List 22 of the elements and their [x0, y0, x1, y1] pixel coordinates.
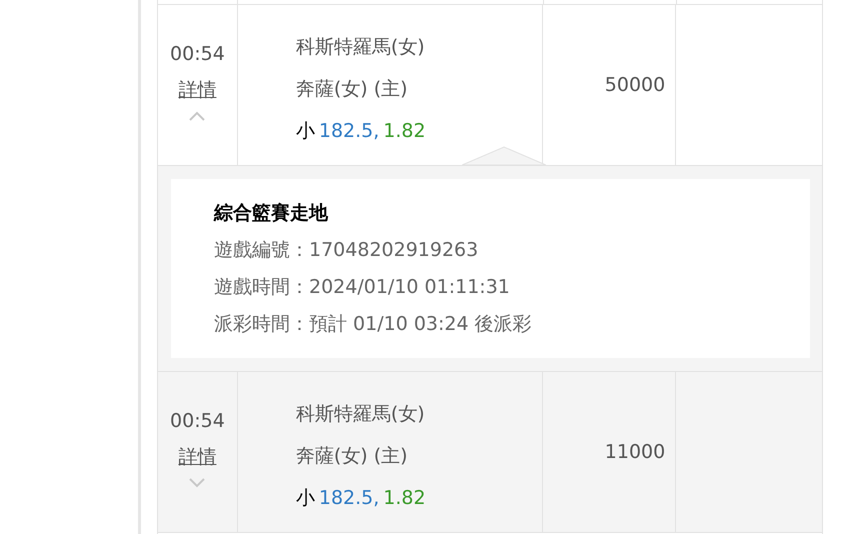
bet-time: 00:54 [170, 409, 225, 434]
bet-time: 00:54 [170, 42, 225, 67]
bet-line: 182.5, [318, 486, 380, 511]
chevron-up-icon[interactable] [188, 111, 206, 121]
detail-line: 遊戲時間：2024/01/10 01:11:31 [214, 275, 511, 300]
bet-odds: 1.82 [383, 486, 426, 511]
team-name: 奔薩(女) (主) [296, 444, 409, 469]
details-link[interactable]: 詳情 [178, 77, 216, 103]
team-name: 奔薩(女) (主) [296, 77, 409, 102]
team-name: 科斯特羅馬(女) [296, 35, 426, 60]
bet-pick: 小 [296, 119, 315, 144]
bet-amount: 50000 [604, 72, 666, 98]
bet-pick: 小 [296, 486, 315, 511]
detail-line: 派彩時間：預計 01/10 03:24 後派彩 [214, 312, 533, 337]
team-name: 科斯特羅馬(女) [296, 402, 426, 427]
detail-line: 遊戲編號：17048202919263 [214, 238, 480, 263]
bet-odds: 1.82 [383, 119, 426, 144]
details-link[interactable]: 詳情 [178, 444, 216, 470]
detail-title: 綜合籃賽走地 [214, 201, 330, 226]
chevron-down-icon[interactable] [188, 478, 206, 488]
bet-line: 182.5, [318, 119, 380, 144]
bet-amount: 11000 [604, 440, 666, 465]
